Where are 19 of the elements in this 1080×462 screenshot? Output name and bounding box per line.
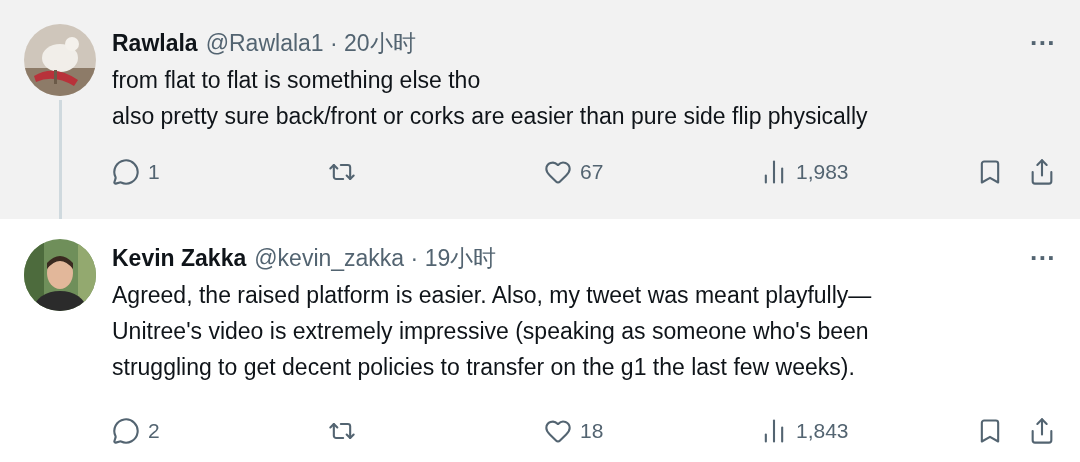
action-count: 67 [580,159,604,185]
action-count: 18 [580,418,604,444]
reply-icon[interactable] [112,157,140,186]
action-count: 1 [148,159,160,185]
post-text: Agreed, the raised platform is easier. Also, my tweet was meant playfully— [112,281,873,310]
post-text: Unitree's video is extremely impressive (speaking as someone who's been [112,317,870,346]
post-text: also pretty sure back/front or corks are easier than pure side flip physically [112,102,869,131]
author-handle[interactable]: @Rawlala1 · 20小时 [205,25,416,61]
post-text: from flat to flat is something else tho [112,66,482,95]
author-handle[interactable]: @kevin_zakka · 19小时 [254,240,497,276]
author-name[interactable]: Rawlala [112,25,198,61]
more-icon[interactable]: ··· [1030,30,1056,56]
post-text: struggling to get decent policies to transfer on the g1 the last few weeks). [112,353,856,382]
more-icon[interactable]: ··· [1030,245,1056,271]
action-count: 1,843 [796,418,849,444]
action-count: 1,983 [796,159,849,185]
author-name[interactable]: Kevin Zakka [112,240,247,276]
reply-icon[interactable] [112,416,140,445]
action-count: 2 [148,418,160,444]
